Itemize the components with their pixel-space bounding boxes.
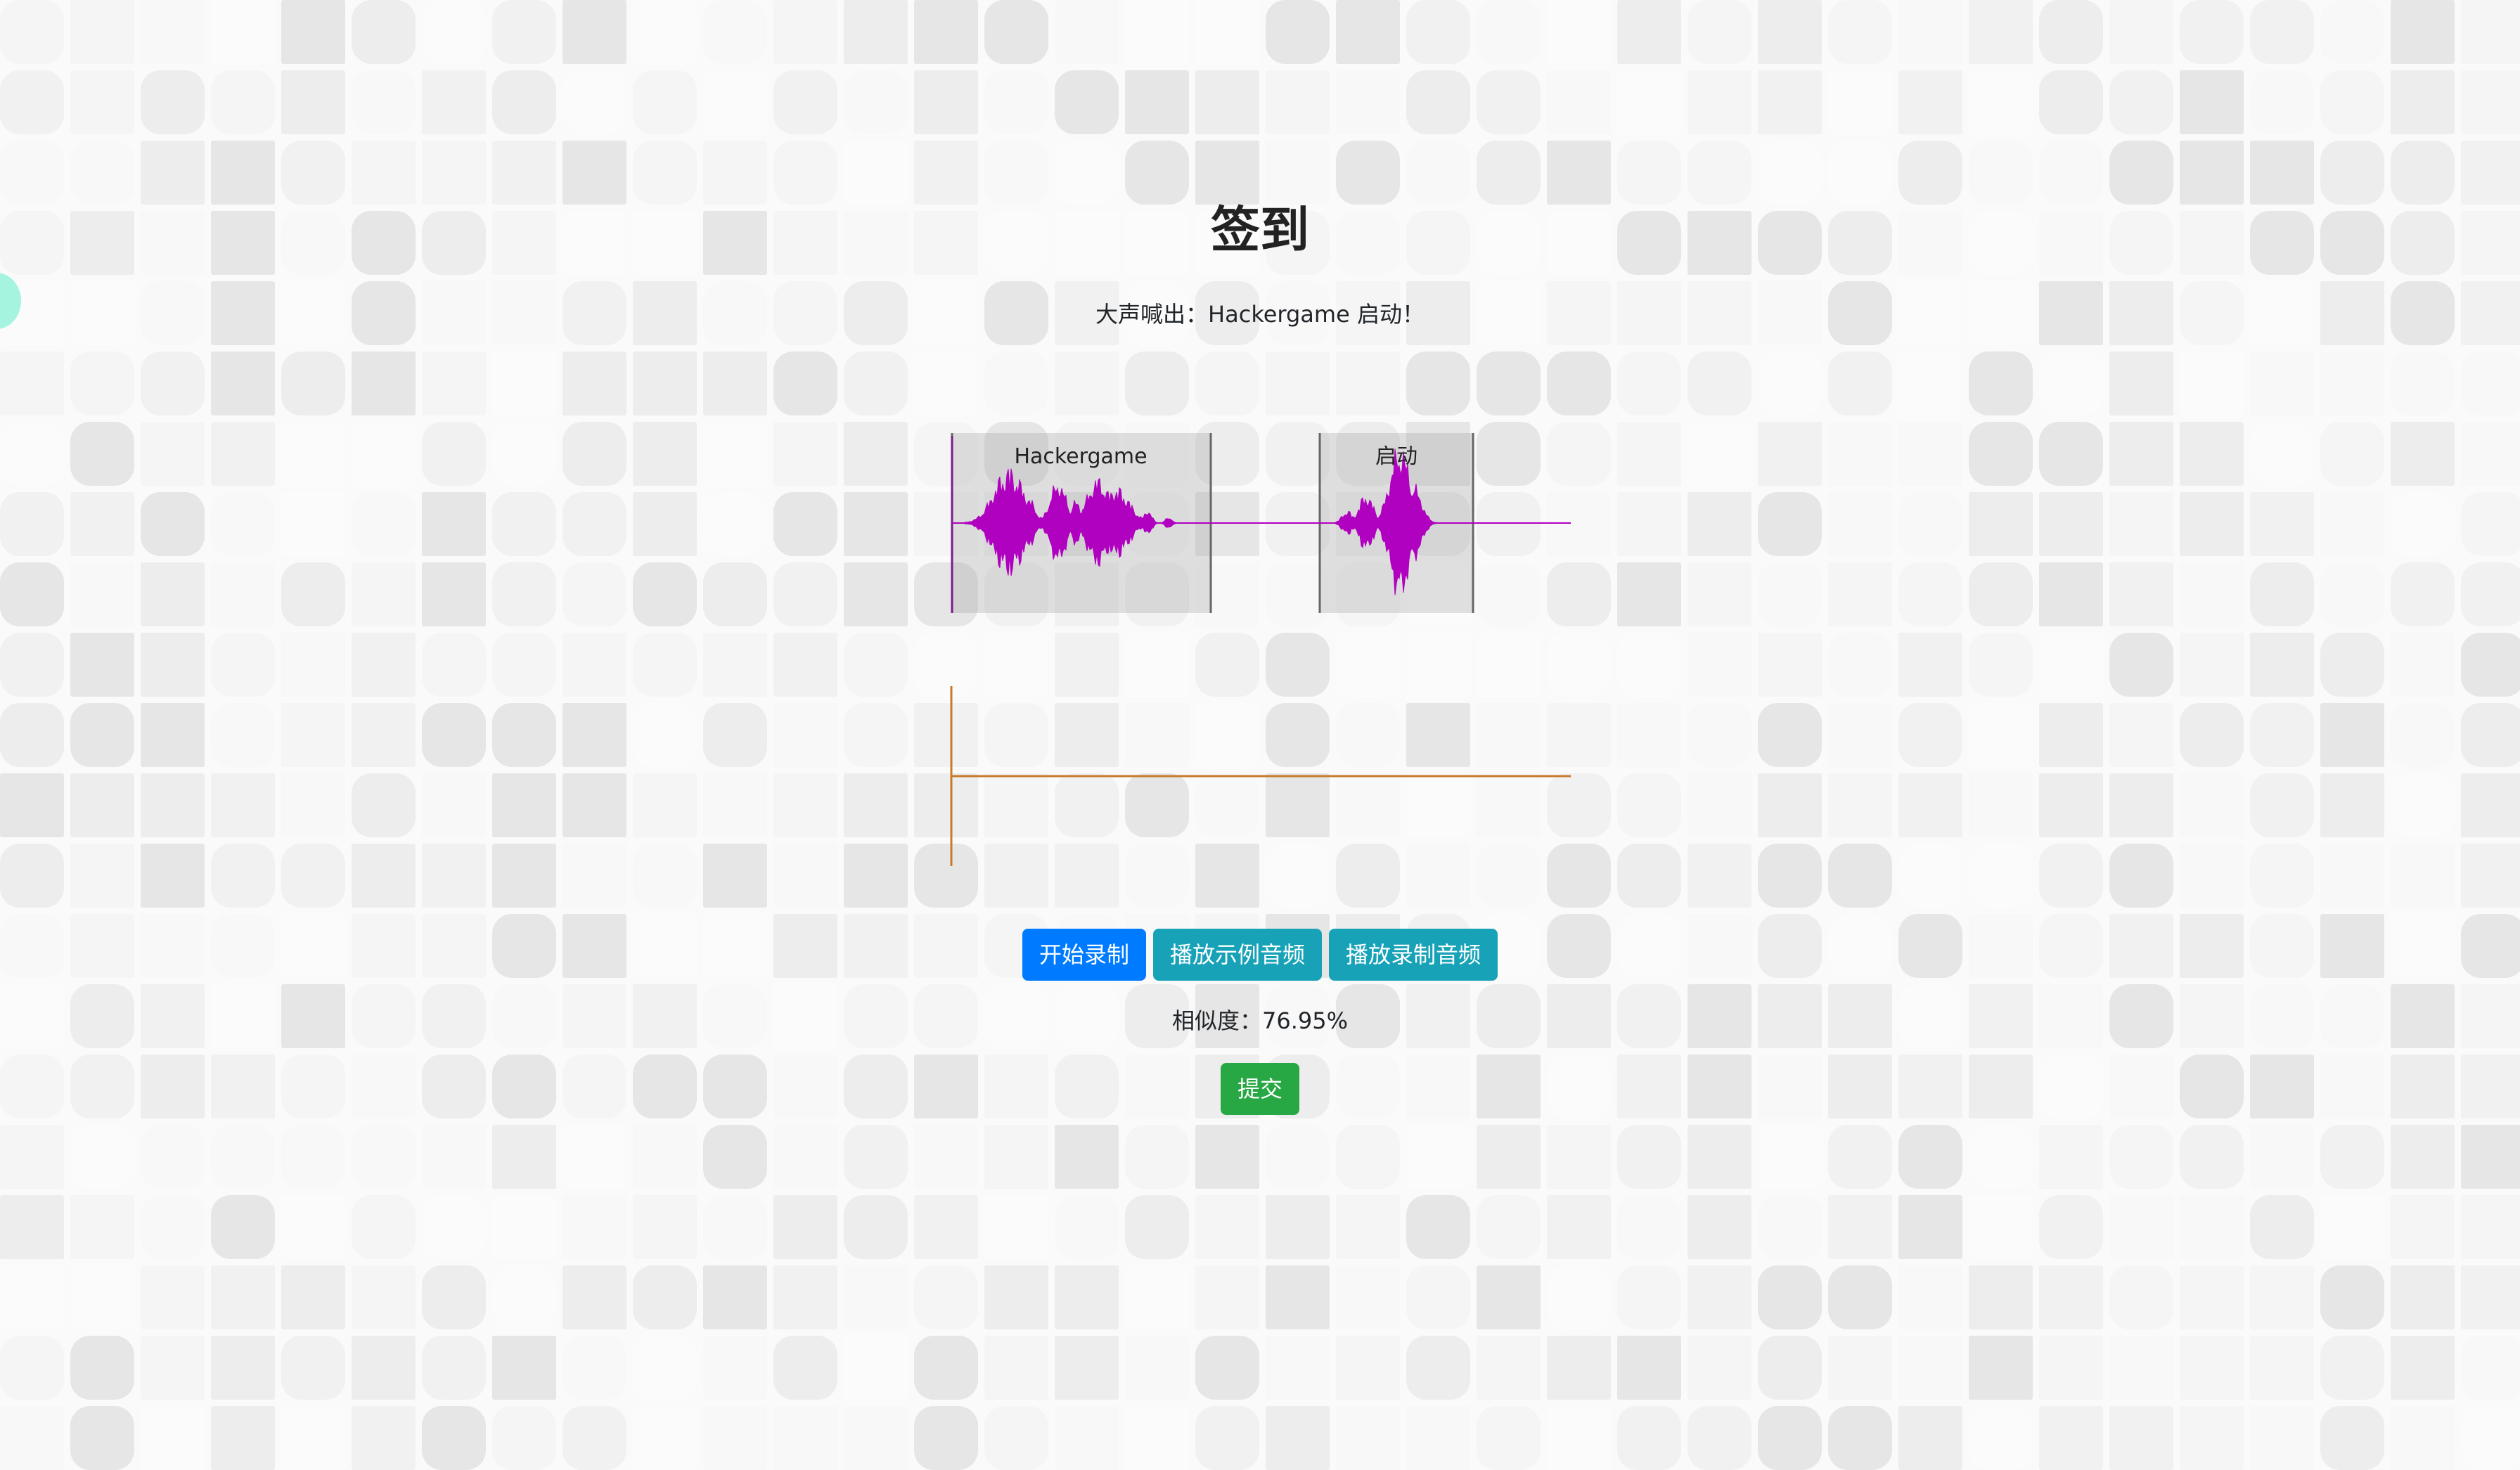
background-tile [1828,1336,1892,1400]
background-tile [703,1336,767,1400]
background-tile [844,1336,908,1400]
background-tile [1125,1336,1189,1400]
background-tile [1477,1406,1541,1470]
background-tile [0,1336,64,1400]
background-tile [141,1406,205,1470]
background-tile [422,1336,486,1400]
start-recording-button[interactable]: 开始录制 [1022,929,1146,981]
background-tile [1688,1336,1751,1400]
background-tile [1617,1406,1681,1470]
background-tile [914,1336,978,1400]
background-tile [1547,1406,1611,1470]
background-tile [0,1406,64,1470]
background-tile [2180,1336,2244,1400]
background-tile [562,1336,626,1400]
background-tile [1828,1406,1892,1470]
background-tile [844,1406,908,1470]
background-tile [1336,1406,1400,1470]
background-tile [2250,1406,2314,1470]
recording-waveform [950,686,1571,866]
background-tile [1688,1406,1751,1470]
background-tile [2039,1406,2103,1470]
background-tile [1547,1336,1611,1400]
play-recorded-audio-button[interactable]: 播放录制音频 [1329,929,1498,981]
segment-label-qidong: 启动 [1375,444,1418,469]
background-tile [2391,1336,2455,1400]
background-tile [984,1406,1048,1470]
background-tile [211,1406,275,1470]
background-tile [141,1336,205,1400]
background-tile [1617,1336,1681,1400]
segment-label-hackergame: Hackergame [1014,444,1147,469]
checkin-panel: 签到 大声喊出：Hackergame 启动！ Hackergame 启动 开始录… [0,0,2520,1343]
background-tile [633,1336,697,1400]
instruction-text: 大声喊出：Hackergame 启动！ [1095,301,1425,328]
background-tile [1055,1336,1119,1400]
background-tile [70,1406,134,1470]
background-tile [1195,1406,1259,1470]
background-tile [352,1336,416,1400]
background-tile [1055,1406,1119,1470]
background-tile [1406,1406,1470,1470]
background-tile [211,1336,275,1400]
background-tile [1969,1336,2033,1400]
background-tile [492,1336,556,1400]
page-title: 签到 [1211,201,1309,259]
background-tile [281,1406,345,1470]
submit-row: 提交 [0,1063,2520,1115]
background-tile [1266,1406,1330,1470]
background-tile [2109,1406,2173,1470]
similarity-readout: 相似度：76.95% [1171,1007,1349,1034]
background-tile [1477,1336,1541,1400]
background-tile [2180,1406,2244,1470]
background-tile [984,1336,1048,1400]
background-tile [562,1406,626,1470]
background-tile [1406,1336,1470,1400]
background-tile [2320,1406,2384,1470]
background-tile [422,1406,486,1470]
background-tile [2320,1336,2384,1400]
play-example-audio-button[interactable]: 播放示例音频 [1152,929,1322,981]
background-tile [352,1406,416,1470]
background-tile [1125,1406,1189,1470]
background-tile [281,1336,345,1400]
background-tile [2461,1406,2520,1470]
background-tile [914,1406,978,1470]
background-tile [773,1336,837,1400]
reference-waveform: Hackergame 启动 [951,433,1571,613]
background-tile [773,1406,837,1470]
background-tile [1898,1406,1962,1470]
background-tile [1758,1406,1822,1470]
background-tile [2109,1336,2173,1400]
background-tile [2250,1336,2314,1400]
background-tile [703,1406,767,1470]
background-tile [633,1406,697,1470]
submit-button[interactable]: 提交 [1220,1063,1299,1115]
background-tile [2461,1336,2520,1400]
background-tile [1266,1336,1330,1400]
background-tile [2039,1336,2103,1400]
background-tile [1195,1336,1259,1400]
background-tile [2391,1406,2455,1470]
background-tile [1758,1336,1822,1400]
background-tile [492,1406,556,1470]
background-tile [1969,1406,2033,1470]
background-tile [1336,1336,1400,1400]
button-row: 开始录制 播放示例音频 播放录制音频 [0,929,2520,981]
background-tile [70,1336,134,1400]
background-tile [1898,1336,1962,1400]
